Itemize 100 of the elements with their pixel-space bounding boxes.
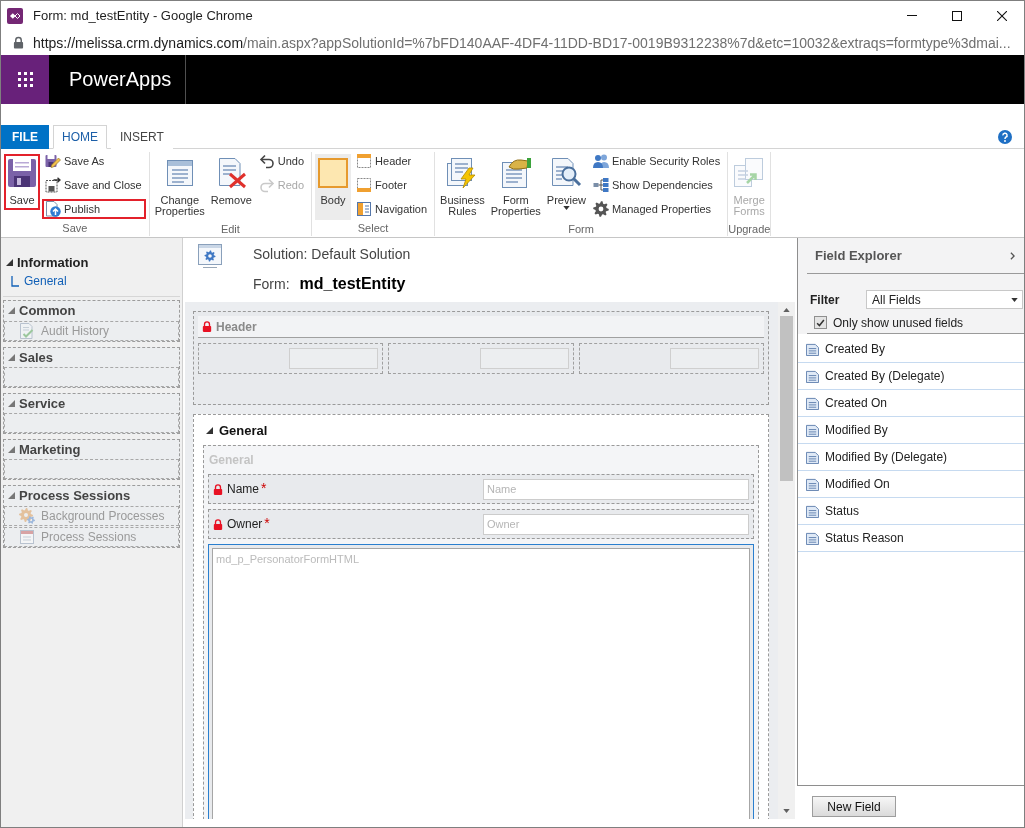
new-field-button[interactable]: New Field <box>812 796 896 817</box>
app-title: PowerApps <box>69 68 172 91</box>
document-magnifier-icon <box>550 157 583 189</box>
gear-icon <box>592 201 609 217</box>
field-list-item[interactable]: Created By <box>798 336 1024 363</box>
ribbon-button[interactable]: Form Properties <box>488 154 543 221</box>
grid-icon <box>17 72 33 87</box>
checkbox-label: Only show unused fields <box>833 315 964 330</box>
field-list-item[interactable]: Status Reason <box>798 525 1024 552</box>
ribbon-button[interactable]: Change Properties <box>152 154 207 221</box>
field-list-item[interactable]: Created By (Delegate) <box>798 363 1024 390</box>
checkmark-icon <box>816 318 825 327</box>
ribbon-button[interactable]: Preview <box>544 154 588 214</box>
help-icon <box>998 129 1012 144</box>
field-row[interactable]: Owner* Owner <box>208 509 754 539</box>
input-field[interactable]: Name <box>483 478 749 500</box>
nav-link[interactable]: General <box>11 274 67 288</box>
field-list-item[interactable]: Modified By <box>798 417 1024 444</box>
field-list-icon <box>806 342 819 356</box>
ribbon-button[interactable]: Business Rules <box>438 154 487 221</box>
field-list-item[interactable]: Created On <box>798 390 1024 417</box>
app-launcher-button[interactable] <box>1 55 49 104</box>
ribbon-group-label: Select <box>356 221 390 236</box>
logo-icon <box>7 7 23 24</box>
form-label: Form: <box>253 276 290 292</box>
field-label: Name <box>227 482 259 496</box>
document-upload-icon <box>45 201 61 217</box>
required-asterisk: * <box>261 480 267 496</box>
nav-group-title: Service <box>19 396 66 411</box>
field-list-item[interactable]: Status <box>798 498 1024 525</box>
ribbon-button[interactable]: Undo <box>255 151 309 171</box>
form-hand-icon <box>499 157 532 189</box>
ribbon-button[interactable]: Enable Security Roles <box>589 151 725 171</box>
nav-section-title: Information <box>17 254 89 270</box>
nav-group-title: Marketing <box>19 442 81 457</box>
ribbon-button[interactable]: Body <box>315 154 352 220</box>
ribbon-group-label: Edit <box>219 222 241 237</box>
checkbox[interactable] <box>814 316 827 329</box>
ribbon-button[interactable]: Navigation <box>353 199 432 219</box>
collapse-button[interactable] <box>1010 251 1015 260</box>
ribbon-group-label: Save <box>61 221 89 236</box>
ribbon-group-label: Upgrade <box>728 222 771 237</box>
window-icon <box>19 529 35 545</box>
input-field[interactable]: Owner <box>483 513 749 535</box>
field-list-item[interactable]: Modified By (Delegate) <box>798 444 1024 471</box>
field-label: Owner <box>227 517 263 531</box>
field-list-icon <box>806 423 819 437</box>
layout-header-icon <box>356 153 373 169</box>
ribbon-button[interactable]: Save <box>4 154 40 210</box>
nav-group-title: Sales <box>19 350 53 365</box>
ribbon-button[interactable]: Footer <box>353 175 432 195</box>
caret-down-icon <box>1011 297 1018 302</box>
tab-title: General <box>219 422 268 438</box>
minimize-icon <box>906 15 917 16</box>
window-title: Form: md_testEntity - Google Chrome <box>33 8 254 23</box>
panel-title: Field Explorer <box>815 248 902 263</box>
address-field[interactable]: https://melissa.crm.dynamics.com/main.aspx?appSolutionId=%7bFD140AAF-4DF4-11DD-BD17-0019B9312238%7d&etc=10032&extraqs=formtype%3dmai... <box>13 34 1011 51</box>
field-list-item[interactable]: Modified On <box>798 471 1024 498</box>
ribbon-button[interactable]: Show Dependencies <box>589 175 725 195</box>
field-list-icon <box>806 369 819 383</box>
field-list-icon <box>806 450 819 464</box>
scrollbar-thumb[interactable] <box>780 316 793 481</box>
solution-name: Solution: Default Solution <box>253 245 411 263</box>
ribbon-button[interactable]: Header <box>353 151 432 171</box>
scroll-up-arrow-icon <box>783 308 790 312</box>
ribbon-button[interactable]: Managed Properties <box>589 199 725 219</box>
ribbon-button[interactable]: Publish <box>42 199 146 219</box>
merge-documents-icon <box>733 157 766 189</box>
ribbon-button[interactable]: Save and Close <box>42 175 146 195</box>
ribbon-button[interactable]: Remove <box>208 154 254 210</box>
field-list-icon <box>806 477 819 491</box>
scrollbar[interactable] <box>778 302 795 819</box>
chevron-right-icon <box>1010 251 1015 260</box>
people-icon <box>592 153 609 169</box>
file-menu-tab[interactable]: FILE <box>1 125 49 149</box>
document-check-icon <box>19 323 35 339</box>
field-list-icon <box>806 396 819 410</box>
field-list-icon <box>806 531 819 545</box>
header-title: Header <box>216 319 257 334</box>
ribbon-button[interactable]: Save As <box>42 151 146 171</box>
scroll-down-arrow-icon <box>783 809 790 813</box>
ribbon-tab[interactable]: HOME <box>53 125 107 149</box>
nav-group-title: Common <box>19 303 76 318</box>
close-icon <box>996 10 1007 21</box>
layout-navigation-icon <box>356 201 373 217</box>
hierarchy-icon <box>592 177 609 193</box>
document-lightning-icon <box>446 157 479 189</box>
filter-dropdown[interactable]: All Fields <box>866 290 1023 309</box>
field-row[interactable]: Name* Name <box>208 474 754 504</box>
form-name: md_testEntity <box>299 275 406 293</box>
undo-arrow-icon <box>258 153 275 169</box>
filter-label: Filter <box>810 292 841 307</box>
maximize-icon <box>951 10 962 21</box>
required-asterisk: * <box>264 515 270 531</box>
tree-connector-icon <box>11 275 19 287</box>
web-resource-name: md_p_PersonatorFormHTML <box>216 553 360 565</box>
lock-icon <box>13 36 24 49</box>
form-gear-icon <box>197 243 223 269</box>
ribbon-group-label: Form <box>567 222 595 237</box>
layout-footer-icon <box>356 177 373 193</box>
